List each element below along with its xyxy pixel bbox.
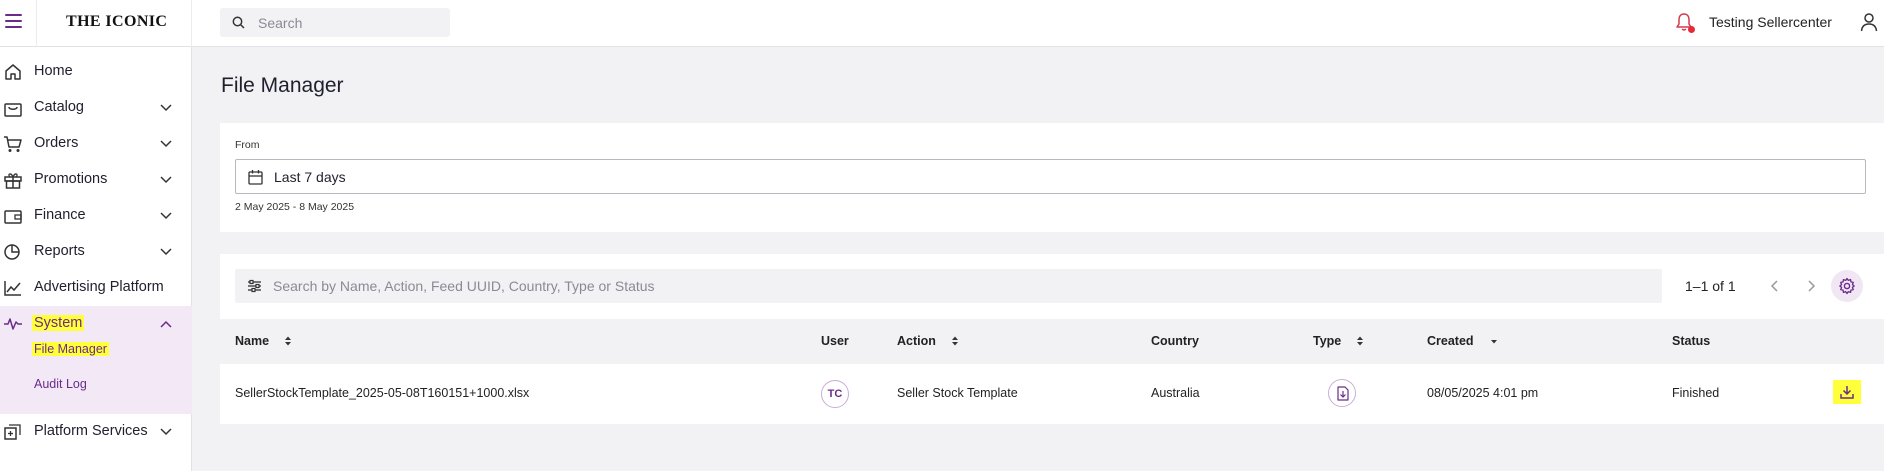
activity-icon: [4, 318, 22, 330]
sidebar-item-reports[interactable]: Reports: [0, 234, 192, 270]
date-range-text: 2 May 2025 - 8 May 2025: [235, 201, 355, 213]
chevron-down-icon: [160, 212, 172, 220]
sidebar-item-label: System: [32, 315, 85, 331]
cart-icon: [4, 136, 22, 152]
divider: [36, 0, 37, 47]
sidebar-item-catalog[interactable]: Catalog: [0, 90, 192, 126]
system-submenu: File Manager Audit Log: [0, 342, 192, 414]
sidebar-item-finance[interactable]: Finance: [0, 198, 192, 234]
username[interactable]: Testing Sellercenter: [1709, 14, 1832, 30]
chevron-right-icon[interactable]: [1799, 274, 1823, 298]
status-value: Finished: [1672, 386, 1720, 400]
download-icon: [1840, 386, 1854, 399]
file-table-card: 1–1 of 1 Name User Action Country Type C…: [220, 254, 1884, 424]
logo[interactable]: THE ICONIC: [66, 13, 167, 31]
sidebar-item-home[interactable]: Home: [0, 54, 192, 90]
file-type-icon[interactable]: [1328, 379, 1356, 407]
highlighted-text: File Manager: [32, 342, 109, 356]
gear-icon: [1839, 277, 1855, 295]
user-icon[interactable]: [1860, 12, 1878, 32]
sidebar-item-orders[interactable]: Orders: [0, 126, 192, 162]
table-settings-button[interactable]: [1831, 270, 1863, 302]
wallet-icon: [4, 210, 22, 224]
home-icon: [5, 64, 21, 80]
column-header-action[interactable]: Action: [897, 334, 936, 348]
download-button[interactable]: [1833, 380, 1861, 404]
top-header: THE ICONIC Testing Sellercenter: [0, 0, 1884, 47]
created-value: 08/05/2025 4:01 pm: [1427, 386, 1539, 400]
sidebar-item-platform-services[interactable]: Platform Services: [0, 414, 192, 450]
pie-chart-icon: [4, 244, 20, 260]
sidebar-item-label: Platform Services: [34, 423, 148, 439]
sidebar-item-label: Advertising Platform: [34, 279, 164, 295]
page-title: File Manager: [221, 74, 344, 97]
sort-desc-icon[interactable]: [1489, 335, 1499, 347]
sidebar: Home Catalog Orders Promotions Finance R…: [0, 47, 192, 471]
chevron-left-icon[interactable]: [1763, 274, 1787, 298]
date-range-value: Last 7 days: [274, 169, 346, 185]
chevron-down-icon: [160, 248, 172, 256]
sidebar-item-label: Orders: [34, 135, 79, 151]
column-header-country: Country: [1151, 334, 1199, 348]
search-input[interactable]: [258, 8, 443, 37]
user-avatar: TC: [821, 380, 849, 408]
country-value: Australia: [1151, 386, 1200, 400]
chevron-down-icon: [160, 140, 172, 148]
file-name[interactable]: SellerStockTemplate_2025-05-08T160151+10…: [235, 386, 529, 400]
chevron-down-icon: [160, 104, 172, 112]
action-value: Seller Stock Template: [897, 386, 1018, 400]
highlighted-text: System: [32, 315, 85, 331]
sidebar-item-label: Reports: [34, 243, 85, 259]
sidebar-item-label: Catalog: [34, 99, 84, 115]
sidebar-item-label: Finance: [34, 207, 86, 223]
plus-square-icon: [4, 424, 21, 440]
chevron-down-icon: [160, 428, 172, 436]
date-range-select[interactable]: Last 7 days: [235, 159, 1866, 194]
date-filter-card: From Last 7 days 2 May 2025 - 8 May 2025: [220, 123, 1884, 232]
column-header-user: User: [821, 334, 849, 348]
sort-icon[interactable]: [283, 335, 293, 347]
sort-icon[interactable]: [950, 335, 960, 347]
column-header-name[interactable]: Name: [235, 334, 269, 348]
table-search-input[interactable]: [273, 269, 1653, 303]
filter-sliders-icon: [248, 279, 261, 293]
menu-icon[interactable]: [5, 14, 22, 30]
chevron-down-icon: [160, 176, 172, 184]
sidebar-item-advertising-platform[interactable]: Advertising Platform: [0, 270, 192, 306]
table-search[interactable]: [235, 269, 1662, 303]
sidebar-item-label: Home: [34, 63, 73, 79]
table-row: SellerStockTemplate_2025-05-08T160151+10…: [220, 364, 1884, 422]
divider: [191, 0, 192, 47]
table-header: Name User Action Country Type Created St…: [220, 319, 1884, 364]
sidebar-subitem-file-manager[interactable]: File Manager: [32, 342, 109, 356]
from-label: From: [235, 139, 260, 151]
global-search[interactable]: [220, 8, 450, 37]
notification-dot: [1688, 26, 1695, 33]
line-chart-icon: [4, 281, 21, 296]
shopping-bag-icon: [4, 103, 22, 117]
notification-bell-icon[interactable]: [1675, 12, 1695, 34]
column-header-created[interactable]: Created: [1427, 334, 1474, 348]
column-header-type[interactable]: Type: [1313, 334, 1341, 348]
gift-icon: [4, 173, 22, 189]
search-icon: [232, 16, 245, 29]
sidebar-item-label: Promotions: [34, 171, 108, 187]
chevron-up-icon: [160, 320, 172, 328]
pagination-text: 1–1 of 1: [1685, 278, 1736, 294]
calendar-icon: [248, 170, 263, 185]
sidebar-item-system[interactable]: System: [0, 306, 192, 342]
column-header-status: Status: [1672, 334, 1711, 348]
sort-icon[interactable]: [1355, 335, 1365, 347]
sidebar-subitem-audit-log[interactable]: Audit Log: [34, 377, 87, 391]
sidebar-item-promotions[interactable]: Promotions: [0, 162, 192, 198]
